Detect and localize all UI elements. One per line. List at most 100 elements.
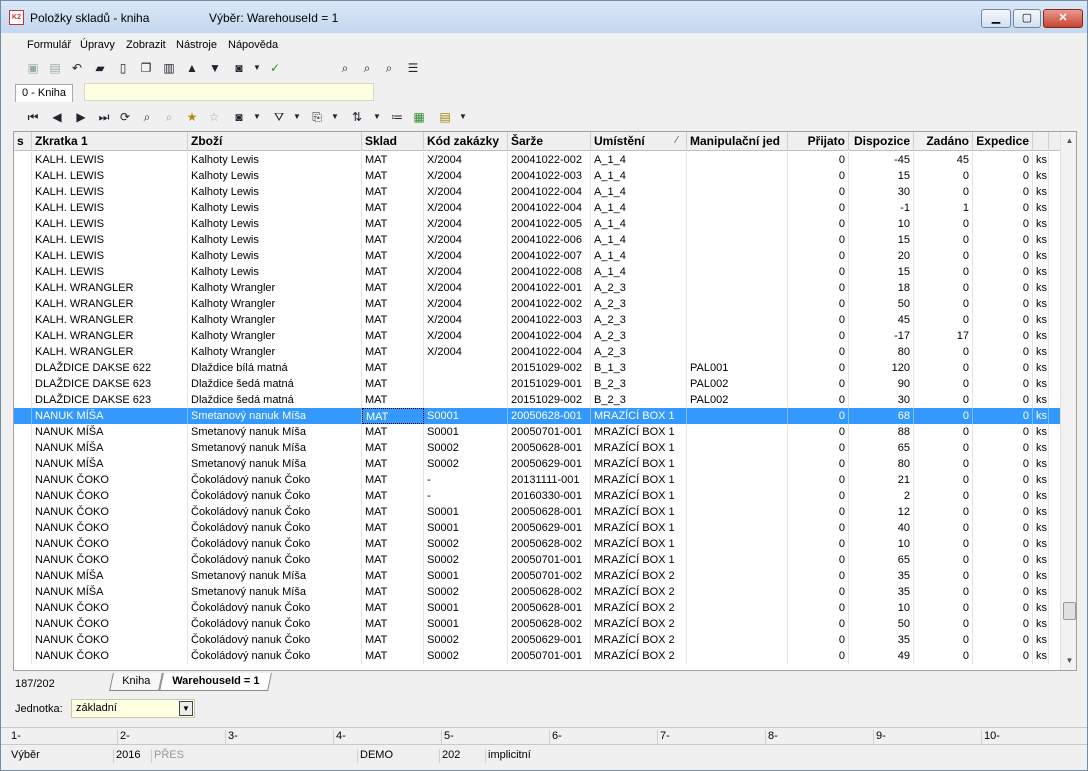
cell-dispozice[interactable]: -45 [849,152,914,168]
cell-dispozice[interactable]: 21 [849,472,914,488]
cell-kod-zakazky[interactable]: X/2004 [424,168,508,184]
cell-kod-zakazky[interactable]: S0001 [424,568,508,584]
menu-napoveda[interactable]: Nápověda [228,39,278,51]
cell-manipulacni-jed[interactable] [687,200,788,216]
cell-expedice[interactable]: 0 [973,312,1033,328]
cell-unit[interactable]: ks [1033,536,1049,552]
cell-umisteni[interactable]: B_2_3 [591,392,687,408]
cell-expedice[interactable]: 0 [973,152,1033,168]
cell-zkratka[interactable]: NANUK ČOKO [32,616,188,632]
cell-prijato[interactable]: 0 [788,648,849,664]
save-icon[interactable]: ▣ [25,60,41,76]
cell-prijato[interactable]: 0 [788,184,849,200]
cell-zkratka[interactable]: KALH. WRANGLER [32,312,188,328]
cell-manipulacni-jed[interactable] [687,472,788,488]
data-grid[interactable]: s Zkratka 1 Zboží Sklad Kód zakázky Šarže Umís… [13,131,1077,671]
cell-manipulacni-jed[interactable] [687,264,788,280]
cell-sklad[interactable]: MAT [362,168,424,184]
cell-prijato[interactable]: 0 [788,520,849,536]
cell-manipulacni-jed[interactable] [687,424,788,440]
cell-zbozi[interactable]: Čokoládový nanuk Čoko [188,488,362,504]
cell-kod-zakazky[interactable]: X/2004 [424,264,508,280]
cell-umisteni[interactable]: MRAZÍCÍ BOX 1 [591,456,687,472]
cell-kod-zakazky[interactable]: - [424,488,508,504]
cell-expedice[interactable]: 0 [973,440,1033,456]
cell-manipulacni-jed[interactable] [687,344,788,360]
cell-dispozice[interactable]: 50 [849,616,914,632]
header-col-zadano[interactable]: Zadáno [914,132,973,151]
cell-dispozice[interactable]: 35 [849,568,914,584]
cell-umisteni[interactable]: A_1_4 [591,264,687,280]
cell-unit[interactable]: ks [1033,200,1049,216]
cell-sklad[interactable]: MAT [362,504,424,520]
cell-kod-zakazky[interactable]: S0001 [424,424,508,440]
cell-manipulacni-jed[interactable] [687,568,788,584]
cell-zadano[interactable]: 0 [914,280,973,296]
cell-umisteni[interactable]: B_2_3 [591,376,687,392]
cell-zadano[interactable]: 0 [914,296,973,312]
cell-umisteni[interactable]: A_1_4 [591,184,687,200]
cell-sarze[interactable]: 20050628-001 [508,440,591,456]
cell-zadano[interactable]: 0 [914,232,973,248]
cell-zbozi[interactable]: Dlaždice bílá matná [188,360,362,376]
cell-s[interactable] [14,264,32,280]
cell-sarze[interactable]: 20050628-002 [508,536,591,552]
cell-prijato[interactable]: 0 [788,328,849,344]
cell-s[interactable] [14,360,32,376]
cell-sarze[interactable]: 20151029-001 [508,376,591,392]
cell-kod-zakazky[interactable]: S0002 [424,440,508,456]
cell-kod-zakazky[interactable]: S0002 [424,632,508,648]
table-row[interactable]: DLAŽDICE DAKSE 623 Dlaždice šedá matná MAT… [14,392,1060,408]
table-row[interactable]: NANUK ČOKO Čokoládový nanuk Čoko MAT S0001 2… [14,520,1060,536]
cell-sklad[interactable]: MAT [362,440,424,456]
cell-sarze[interactable]: 20041022-008 [508,264,591,280]
table-row[interactable]: KALH. WRANGLER Kalhoty Wrangler MAT X/2004 2… [14,344,1060,360]
cell-sarze[interactable]: 20050701-001 [508,552,591,568]
cell-umisteni[interactable]: MRAZÍCÍ BOX 2 [591,632,687,648]
cell-zbozi[interactable]: Smetanový nanuk Míša [188,440,362,456]
cell-umisteni[interactable]: MRAZÍCÍ BOX 2 [591,616,687,632]
header-col-sklad[interactable]: Sklad [362,132,424,151]
cell-zbozi[interactable]: Čokoládový nanuk Čoko [188,648,362,664]
cell-expedice[interactable]: 0 [973,328,1033,344]
cell-zadano[interactable]: 0 [914,360,973,376]
cell-s[interactable] [14,584,32,600]
cell-zkratka[interactable]: DLAŽDICE DAKSE 623 [32,392,188,408]
cell-sklad[interactable]: MAT [362,536,424,552]
title-bar[interactable]: K2 Položky skladů - kniha Výběr: Warehou… [1,1,1087,33]
fkey-5[interactable]: 5- [441,730,454,744]
cell-prijato[interactable]: 0 [788,552,849,568]
table-row[interactable]: NANUK ČOKO Čokoládový nanuk Čoko MAT S0001 2… [14,600,1060,616]
cell-prijato[interactable]: 0 [788,584,849,600]
chevron-down-icon[interactable]: ▼ [327,109,343,125]
cell-zbozi[interactable]: Kalhoty Lewis [188,264,362,280]
cell-sklad[interactable]: MAT [362,632,424,648]
search-icon[interactable]: ⌕ [139,109,155,125]
chevron-down-icon[interactable]: ▼ [289,109,305,125]
cell-zadano[interactable]: 0 [914,552,973,568]
cell-umisteni[interactable]: MRAZÍCÍ BOX 2 [591,600,687,616]
cell-manipulacni-jed[interactable] [687,600,788,616]
undo-icon[interactable]: ↶ [69,60,85,76]
camera-icon[interactable]: ◙ [231,109,247,125]
cell-zkratka[interactable]: NANUK ČOKO [32,472,188,488]
excel-icon[interactable]: ▦ [411,109,427,125]
cell-prijato[interactable]: 0 [788,264,849,280]
cell-unit[interactable]: ks [1033,152,1049,168]
table-row[interactable]: KALH. LEWIS Kalhoty Lewis MAT X/2004 2004102… [14,248,1060,264]
cell-unit[interactable]: ks [1033,296,1049,312]
arrow-down-icon[interactable]: ▼ [207,60,223,76]
menu-upravy[interactable]: Úpravy [80,39,115,51]
cell-dispozice[interactable]: 30 [849,184,914,200]
cell-zkratka[interactable]: KALH. LEWIS [32,216,188,232]
menu-formular[interactable]: Formulář [27,39,71,51]
cell-umisteni[interactable]: MRAZÍCÍ BOX 1 [591,424,687,440]
cell-expedice[interactable]: 0 [973,632,1033,648]
cell-prijato[interactable]: 0 [788,376,849,392]
table-row[interactable]: DLAŽDICE DAKSE 622 Dlaždice bílá matná MAT… [14,360,1060,376]
cell-zbozi[interactable]: Čokoládový nanuk Čoko [188,520,362,536]
cell-sarze[interactable]: 20041022-004 [508,344,591,360]
cell-unit[interactable]: ks [1033,184,1049,200]
cell-sklad[interactable]: MAT [362,264,424,280]
cell-zadano[interactable]: 0 [914,456,973,472]
